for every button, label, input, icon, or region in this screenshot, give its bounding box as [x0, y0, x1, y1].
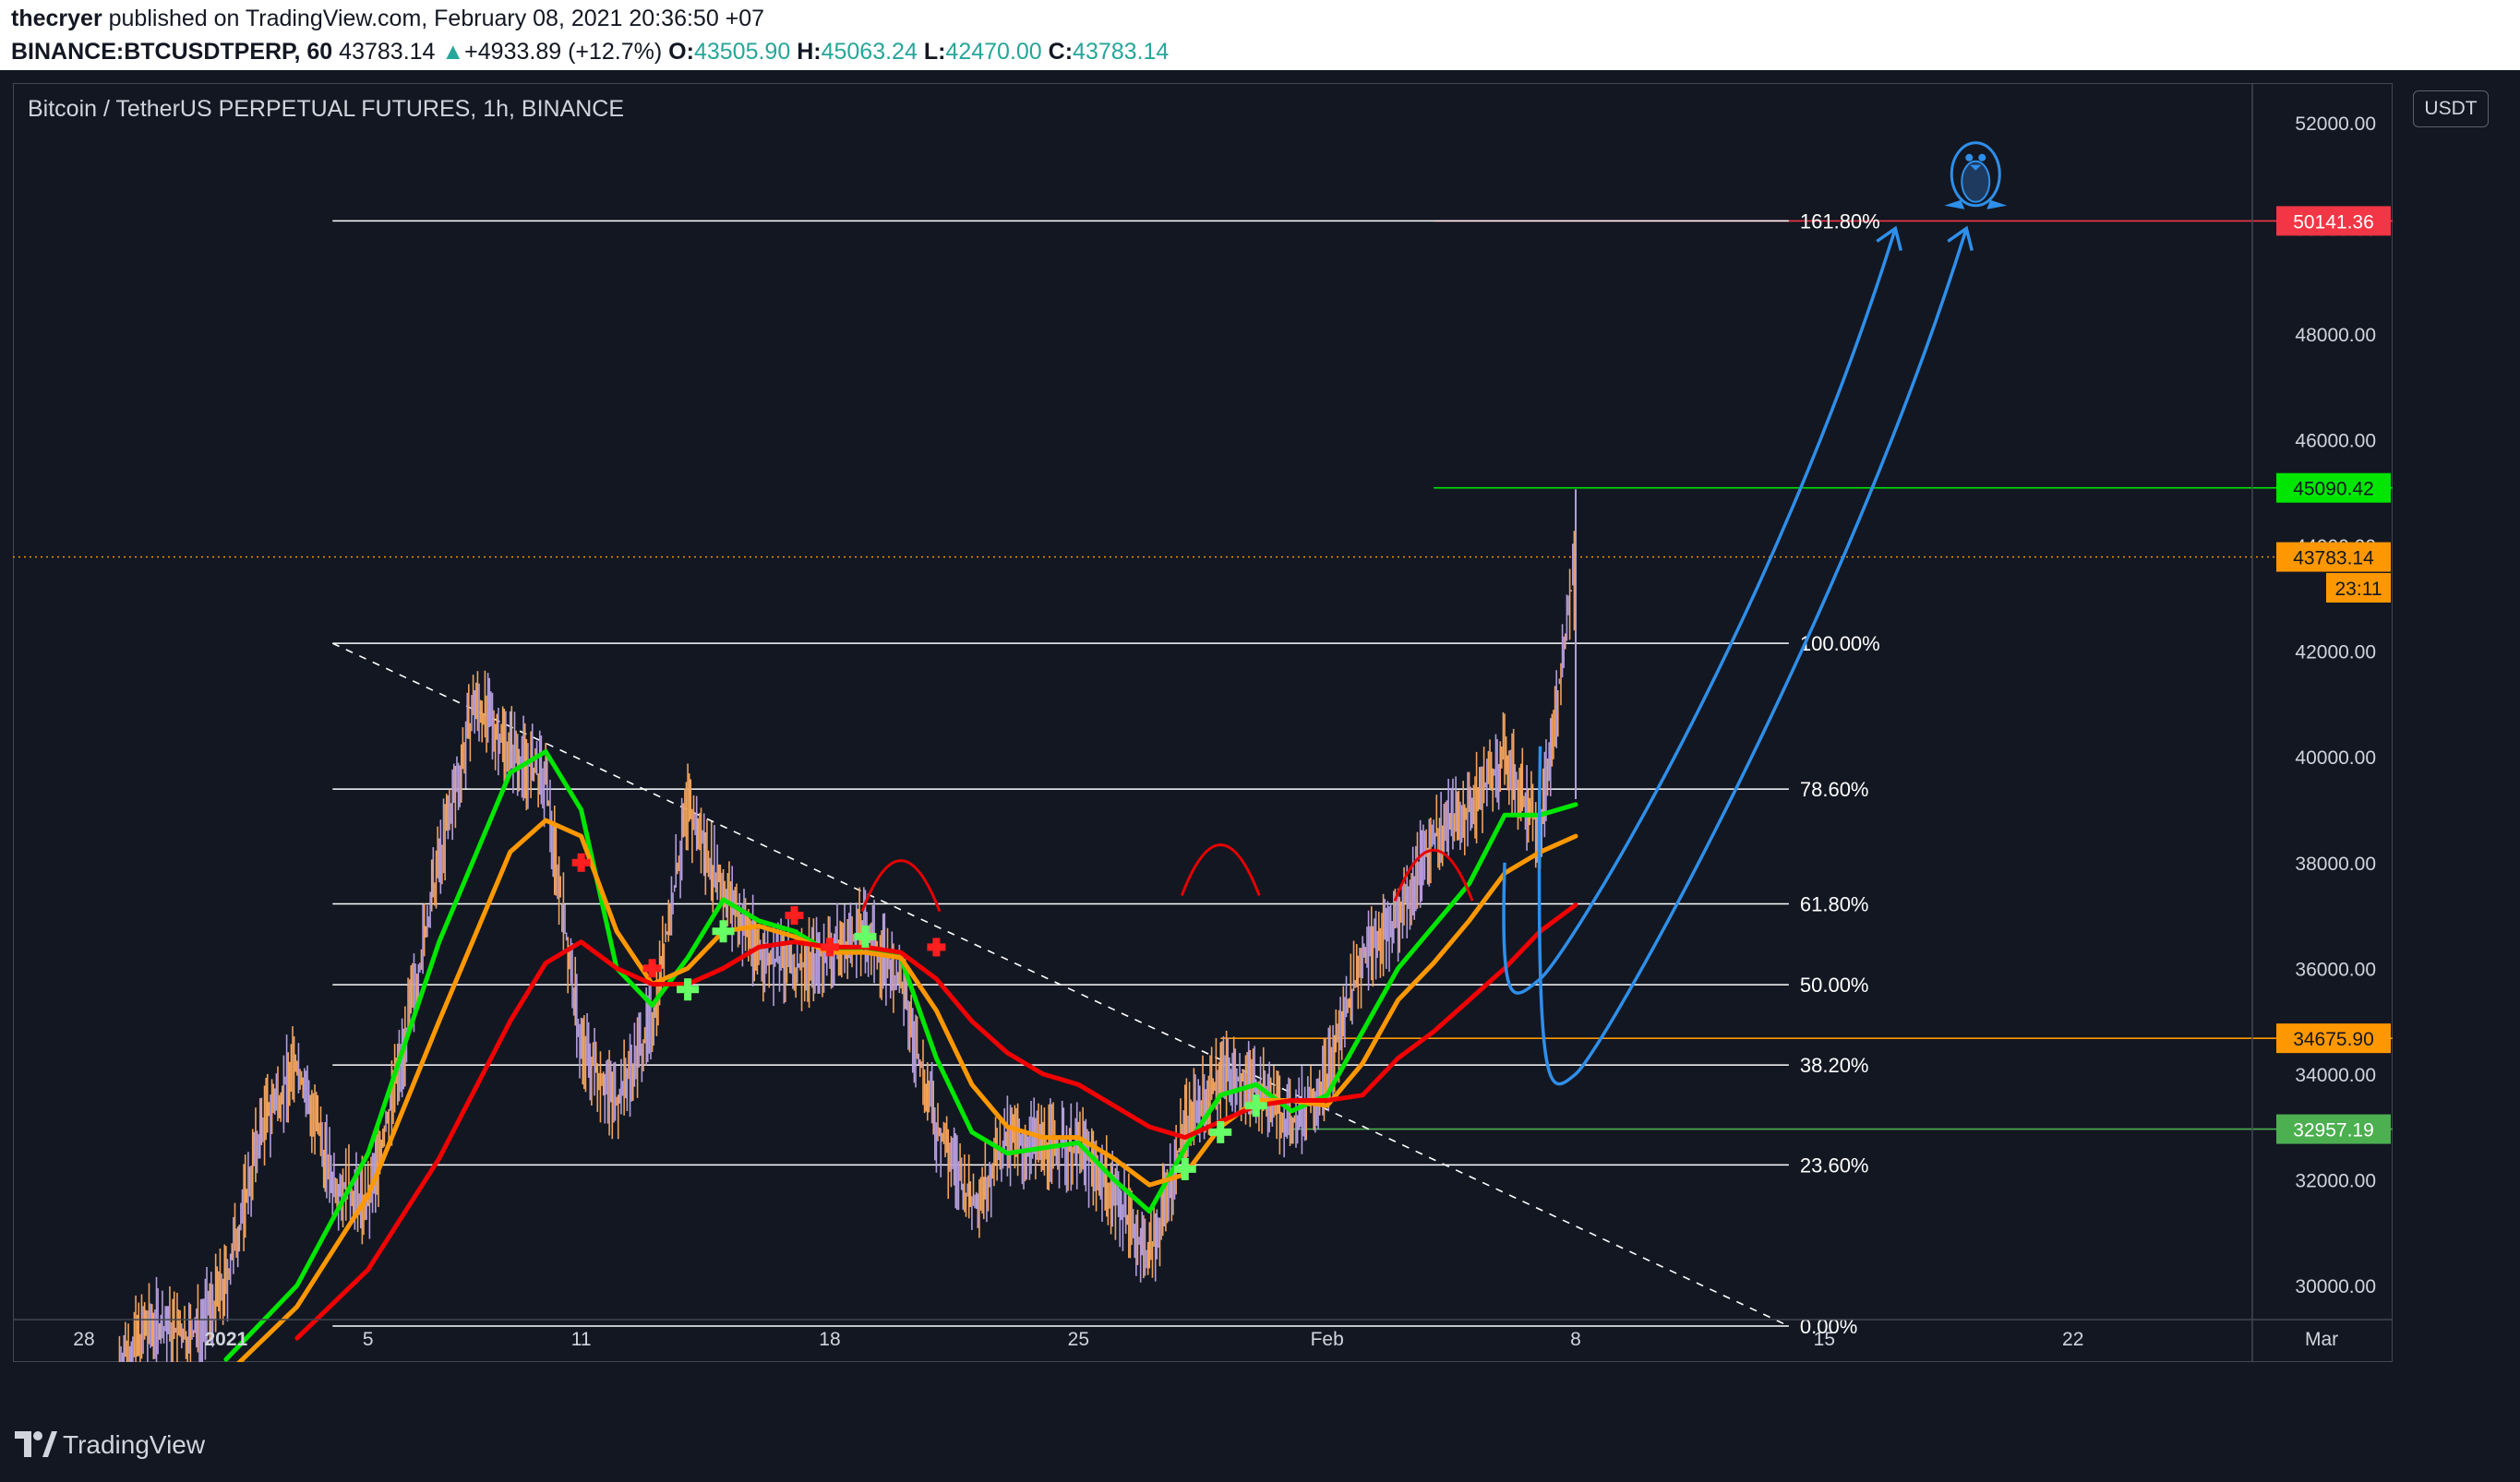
y-tick-label: 32000.00 — [2295, 1170, 2376, 1191]
x-tick-label: 11 — [571, 1329, 592, 1350]
buy-marker-v-6 — [861, 925, 870, 948]
y-tick-label: 48000.00 — [2295, 325, 2376, 346]
sell-marker-v-7 — [932, 938, 941, 957]
price-tag-label-0: 50141.36 — [2293, 211, 2374, 233]
publisher-name[interactable]: thecryer — [11, 6, 102, 31]
up-arrow-icon: ▲ — [441, 39, 465, 65]
y-tick-label: 38000.00 — [2295, 854, 2376, 875]
x-tick-label: 15 — [1814, 1329, 1835, 1350]
chart-legend: Bitcoin / TetherUS PERPETUAL FUTURES, 1h… — [28, 96, 625, 122]
fib-label-6: 23.60% — [1800, 1153, 1869, 1177]
buy-marker-v-3 — [719, 920, 727, 943]
fib-label-3: 61.80% — [1800, 892, 1869, 915]
y-tick-label: 52000.00 — [2295, 114, 2376, 135]
close-label: C: — [1048, 39, 1074, 65]
sell-marker-v-4 — [790, 906, 798, 926]
publish-header: thecryer published on TradingView.com, F… — [0, 0, 2520, 70]
tradingview-logo-icon[interactable] — [13, 1426, 57, 1463]
tradingview-brand[interactable]: TradingView — [63, 1430, 205, 1460]
price-tag-label-1: 45090.42 — [2293, 479, 2374, 500]
fib-label-0: 161.80% — [1800, 209, 1880, 233]
last-price: 43783.14 — [339, 39, 436, 65]
open-label: O: — [668, 39, 694, 65]
x-tick-label: Feb — [1311, 1329, 1344, 1350]
buy-marker-v-8 — [1181, 1157, 1189, 1180]
publish-line: thecryer published on TradingView.com, F… — [11, 6, 764, 32]
sell-marker-v-0 — [577, 853, 585, 872]
fib-label-4: 50.00% — [1800, 974, 1869, 997]
price-tag-label-2: 43783.14 — [2293, 548, 2374, 569]
y-tick-label: 36000.00 — [2295, 959, 2376, 980]
x-tick-label: 5 — [363, 1329, 374, 1350]
buy-marker-v-2 — [684, 978, 692, 1001]
x-tick-label: 2021 — [205, 1329, 248, 1350]
fib-label-1: 100.00% — [1800, 632, 1880, 655]
footer — [0, 1408, 2520, 1482]
price-tag-label-3: 23:11 — [2335, 579, 2382, 600]
currency-button[interactable]: USDT — [2413, 90, 2489, 127]
y-tick-label: 40000.00 — [2295, 747, 2376, 769]
fib-label-5: 38.20% — [1800, 1054, 1869, 1077]
price-change: +4933.89 (+12.7%) — [464, 39, 663, 65]
buy-marker-v-10 — [1252, 1094, 1260, 1117]
close-value: 43783.14 — [1073, 39, 1170, 65]
symbol-ohlc-line: BINANCE:BTCUSDTPERP, 60 43783.14 ▲+4933.… — [11, 39, 1169, 66]
open-value: 43505.90 — [693, 39, 791, 65]
y-tick-label: 30000.00 — [2295, 1276, 2376, 1297]
x-tick-label: 25 — [1068, 1329, 1089, 1350]
price-tag-label-5: 32957.19 — [2293, 1120, 2374, 1141]
x-tick-label: 28 — [73, 1329, 94, 1350]
x-tick-label: 18 — [819, 1329, 840, 1350]
high-value: 45063.24 — [821, 39, 918, 65]
y-tick-label: 34000.00 — [2295, 1065, 2376, 1086]
low-value: 42470.00 — [945, 39, 1042, 65]
sell-marker-v-5 — [825, 938, 834, 957]
price-tag-label-4: 34675.90 — [2293, 1029, 2374, 1050]
published-text: published on TradingView.com, February 0… — [108, 6, 765, 31]
price-chart[interactable]: 161.80% 100.00% 78.60% 61.80% 50.00% 38.20% 23… — [13, 83, 2393, 1362]
fib-label-2: 78.60% — [1800, 778, 1869, 801]
high-label: H: — [797, 39, 822, 65]
low-label: L: — [923, 39, 946, 65]
sell-marker-v-1 — [648, 959, 656, 978]
x-tick-label: 8 — [1570, 1329, 1581, 1350]
x-tick-label: 22 — [2062, 1329, 2083, 1350]
y-tick-label: 42000.00 — [2295, 642, 2376, 663]
y-tick-label: 46000.00 — [2295, 431, 2376, 452]
x-tick-label: Mar — [2305, 1329, 2338, 1350]
symbol-label: BINANCE:BTCUSDTPERP, 60 — [11, 39, 333, 65]
chart-pane[interactable]: 161.80% 100.00% 78.60% 61.80% 50.00% 38.20% 23… — [13, 83, 2393, 1362]
buy-marker-v-9 — [1217, 1120, 1225, 1143]
